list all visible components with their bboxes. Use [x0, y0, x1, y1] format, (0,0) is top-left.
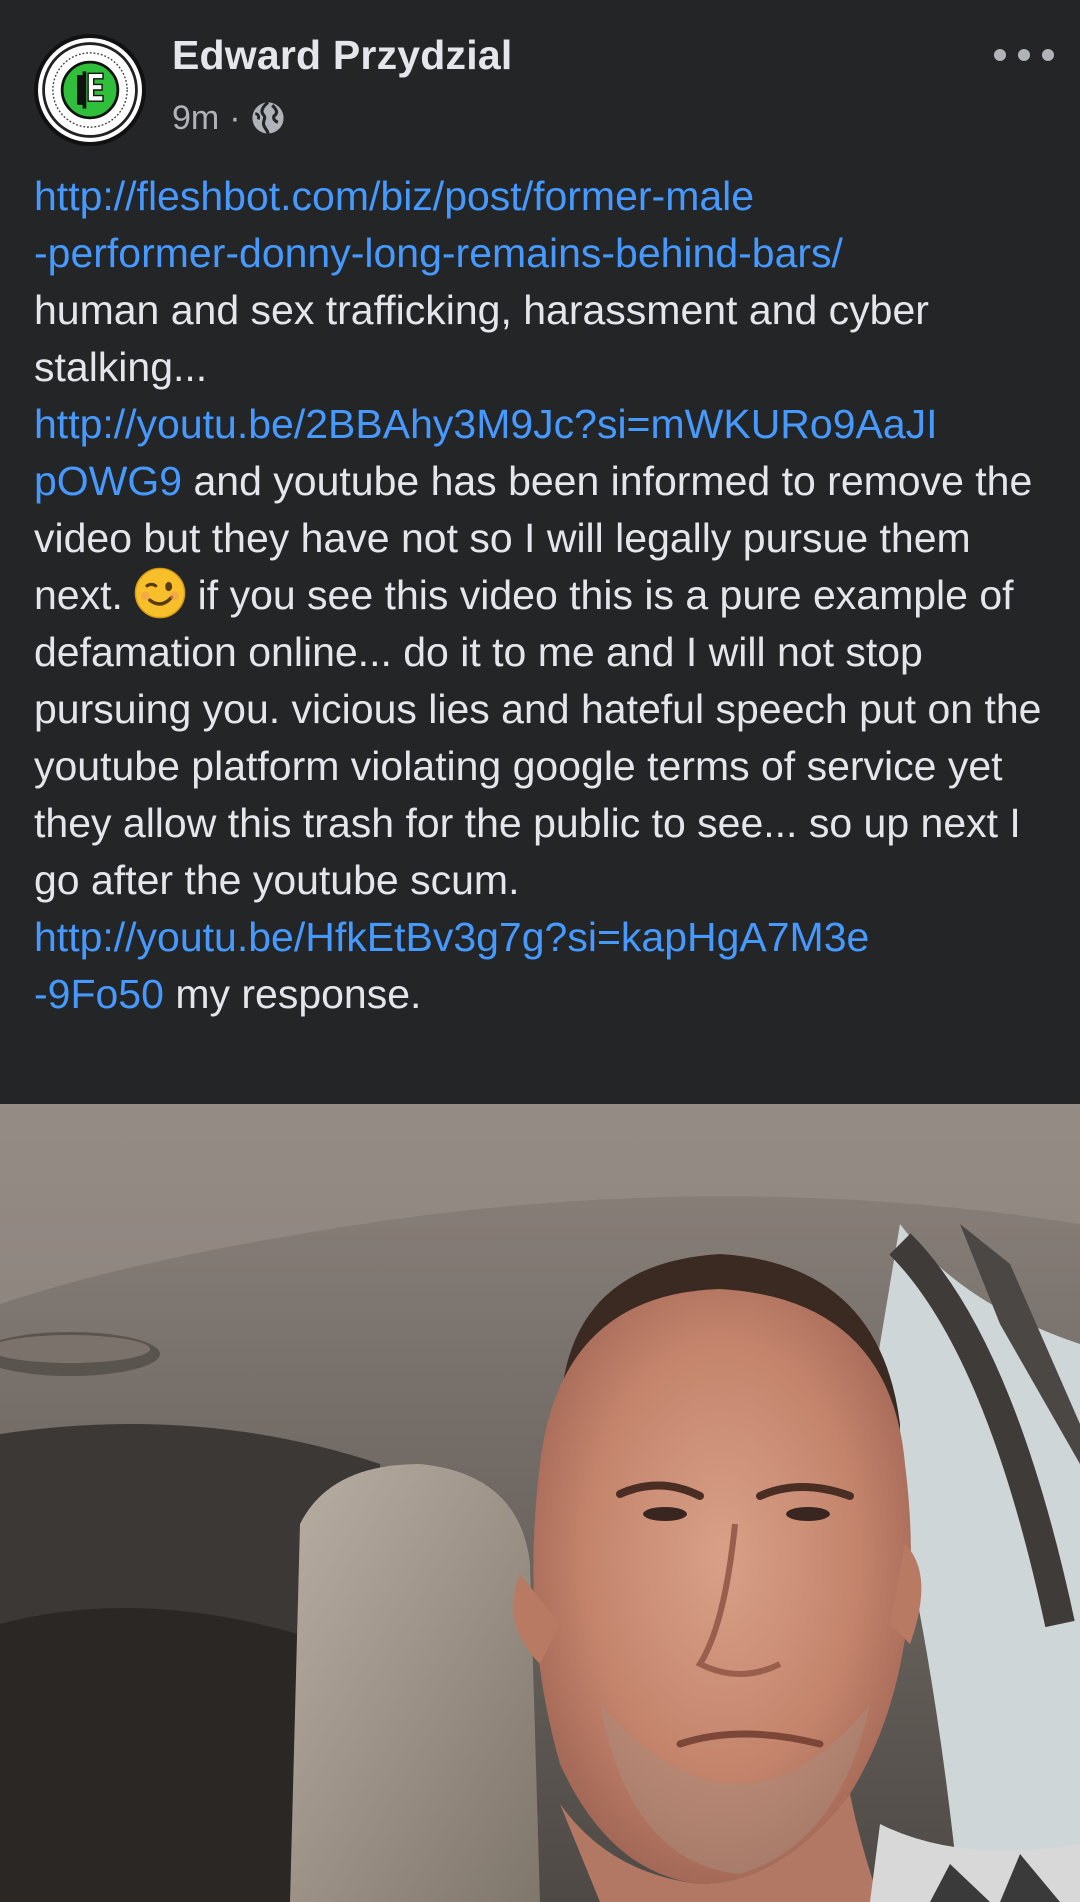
globe-icon [251, 101, 284, 134]
post-link-fleshbot[interactable]: http://fleshbot.com/biz/post/former-male… [34, 173, 843, 276]
more-options-icon[interactable] [994, 40, 1054, 70]
post-photo[interactable] [0, 1104, 1080, 1902]
winking-face-emoji [135, 567, 186, 619]
meta-separator: · [229, 98, 241, 137]
post-text-segment: if you see this video this is a pure exa… [34, 572, 1042, 903]
post-header: Edward Przydzial 9m · [0, 0, 1080, 150]
post-text-segment: human and sex trafficking, harassment an… [34, 287, 929, 390]
selfie-photo [0, 1104, 1080, 1902]
post-body: http://fleshbot.com/biz/post/former-male… [34, 168, 1054, 1023]
post-link-youtube-2[interactable]: http://youtu.be/HfkEtBv3g7g?si=kapHgA7M3… [34, 914, 869, 1017]
author-name[interactable]: Edward Przydzial [172, 32, 512, 79]
author-avatar[interactable] [34, 34, 146, 146]
post-meta: 9m · [172, 96, 285, 140]
post-timestamp[interactable]: 9m [172, 99, 219, 138]
post-text-segment: my response. [163, 971, 422, 1017]
logo-icon [41, 41, 139, 139]
